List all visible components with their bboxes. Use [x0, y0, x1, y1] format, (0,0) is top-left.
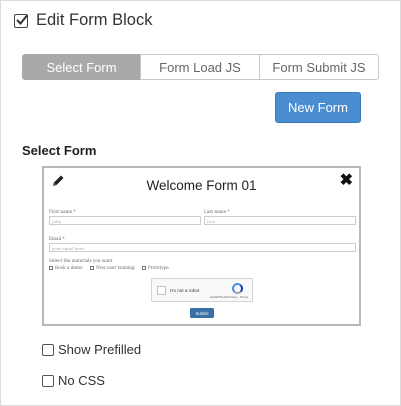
first-name-label: First name *	[49, 209, 76, 214]
new-form-button[interactable]: New Form	[275, 92, 361, 123]
show-prefilled-checkbox[interactable]	[42, 343, 54, 356]
materials-option: New user training	[96, 265, 135, 270]
recaptcha-logo-icon	[232, 283, 243, 294]
checkbox-checked-icon[interactable]	[14, 13, 28, 28]
no-css-option[interactable]: No CSS	[42, 373, 105, 388]
materials-checkbox[interactable]	[90, 266, 94, 270]
no-css-label: No CSS	[58, 373, 105, 388]
email-placeholder: your email here	[52, 246, 85, 251]
preview-submit-button[interactable]: Submit	[190, 308, 214, 318]
panel-header: Edit Form Block	[14, 11, 152, 30]
show-prefilled-label: Show Prefilled	[58, 342, 142, 357]
recaptcha-checkbox[interactable]	[157, 286, 166, 295]
panel-title: Edit Form Block	[36, 11, 153, 29]
last-name-placeholder: Doe	[207, 219, 215, 224]
recaptcha-subtext: reCAPTCHA Privacy - Terms	[209, 295, 248, 299]
first-name-field[interactable]: John	[49, 216, 201, 225]
edit-form-block-panel: Edit Form Block Select Form Form Load JS…	[0, 0, 401, 406]
preview-form-title: Welcome Form 01	[146, 178, 257, 193]
tab-select-form[interactable]: Select Form	[22, 54, 141, 80]
tab-form-submit-js[interactable]: Form Submit JS	[259, 54, 379, 80]
materials-option: Book a demo	[55, 265, 83, 270]
form-preview[interactable]: ✖ Welcome Form 01 First name * John Last…	[42, 166, 361, 326]
last-name-field[interactable]: Doe	[204, 216, 356, 225]
recaptcha-label: I'm not a robot	[170, 288, 200, 293]
materials-label: Select the materials you want	[49, 258, 113, 263]
select-form-label: Select Form	[22, 143, 97, 158]
recaptcha-widget[interactable]: I'm not a robot reCAPTCHA Privacy - Term…	[151, 278, 253, 302]
materials-option: Prototype	[148, 265, 169, 270]
first-name-placeholder: John	[52, 219, 62, 224]
materials-checkbox[interactable]	[142, 266, 146, 270]
form-tabs: Select Form Form Load JS Form Submit JS	[22, 54, 379, 80]
no-css-checkbox[interactable]	[42, 374, 54, 387]
show-prefilled-option[interactable]: Show Prefilled	[42, 342, 141, 357]
last-name-label: Last name *	[204, 209, 230, 214]
email-field[interactable]: your email here	[49, 243, 356, 252]
tab-form-load-js[interactable]: Form Load JS	[140, 54, 260, 80]
email-label: Email *	[49, 236, 65, 241]
materials-checkbox[interactable]	[49, 266, 53, 270]
